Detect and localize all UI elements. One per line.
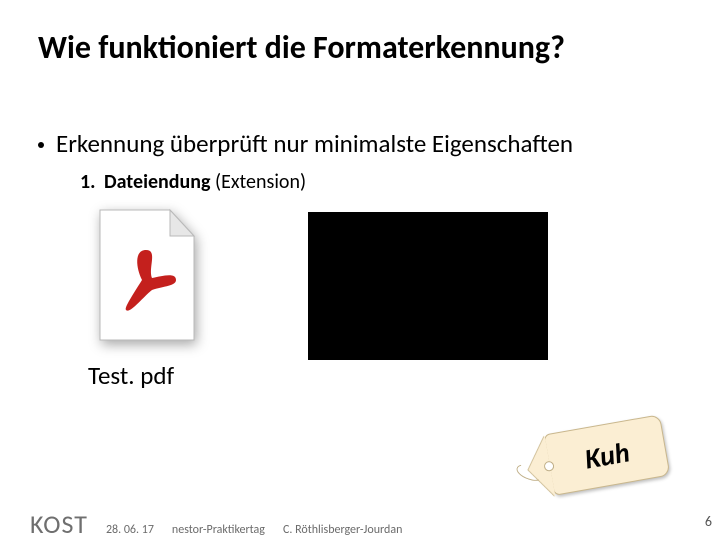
footer-author: C. Röthlisberger-Jourdan: [283, 523, 402, 537]
numbered-strong: Dateiendung: [104, 170, 210, 194]
numbered-weak: (Extension): [215, 170, 306, 194]
footer-date: 28. 06. 17: [106, 523, 154, 537]
price-tag: Kuh: [544, 414, 671, 496]
slide-title: Wie funktioniert die Formaterkennung?: [38, 28, 565, 67]
file-name-label: Test. pdf: [88, 360, 174, 391]
footer-org: KOST: [30, 508, 88, 540]
pdf-file-icon: [92, 206, 202, 346]
numbered-item: 1. Dateiendung (Extension): [80, 170, 306, 194]
page-number: 6: [705, 513, 712, 530]
image-placeholder: [308, 212, 548, 360]
footer-event: nestor-Praktikertag: [172, 523, 265, 537]
tag-label: Kuh: [582, 434, 632, 476]
tag-body: Kuh: [544, 414, 671, 496]
tag-hole-icon: [543, 460, 555, 472]
numbered-index: 1.: [80, 170, 95, 194]
bullet-text: Erkennung überprüft nur minimalste Eigen…: [56, 128, 573, 159]
bullet-item: Erkennung überprüft nur minimalste Eigen…: [38, 128, 573, 159]
slide-footer: KOST 28. 06. 17 nestor-Praktikertag C. R…: [30, 508, 690, 540]
bullet-dot-icon: [38, 142, 44, 148]
